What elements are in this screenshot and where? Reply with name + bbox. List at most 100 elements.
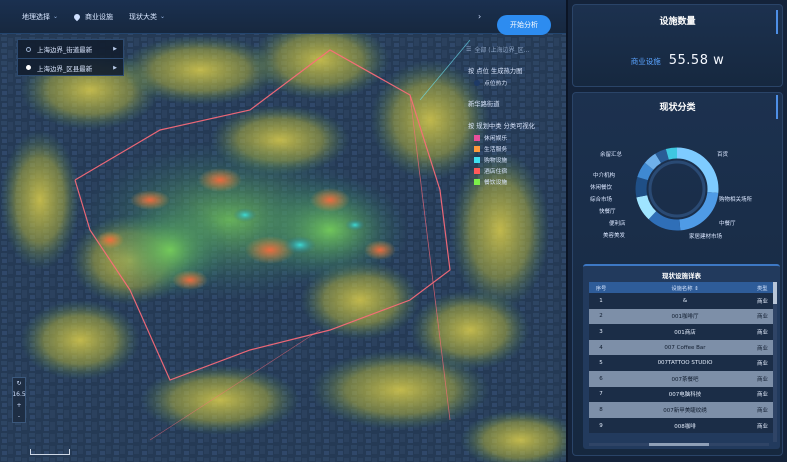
table-header-row: 序号 设施名称 ⇕ 类型 bbox=[589, 282, 773, 293]
layer-filter-text: 全部 (上海边界_区... bbox=[474, 47, 530, 54]
table-row[interactable]: 3 001商店 商业 bbox=[589, 324, 773, 340]
layer-filter[interactable]: ☰ 全部 (上海边界_区... bbox=[466, 45, 529, 54]
classification-title: 现状分类 bbox=[659, 103, 696, 113]
facility-detail-table-card: 现状设施详表 序号 设施名称 ⇕ 类型 1 & 商业 2 001咖啡厅 商业 3 001商… bbox=[583, 264, 780, 449]
donut-label: 中餐厅 bbox=[719, 221, 736, 227]
zoom-control: ↻ 16.5 + - bbox=[12, 377, 26, 423]
table-row[interactable]: 2 001咖啡厅 商业 bbox=[589, 308, 773, 325]
stats-panel: 设施数量 商业设施 55.58 w 现状分类 余留汇总 中介机构 休闲餐饮 综合… bbox=[568, 0, 787, 462]
legend-item[interactable]: 休闲娱乐 bbox=[474, 133, 558, 142]
classification-donut: 余留汇总 中介机构 休闲餐饮 综合市场 快餐厅 便利店 美容美发 百货 购物相关… bbox=[573, 121, 784, 253]
poi-type-label: 商业设施 bbox=[85, 12, 114, 21]
street-legend-title: 新华路街道 bbox=[468, 101, 500, 108]
reset-rotation-icon[interactable]: ↻ bbox=[13, 378, 25, 389]
cell-index: 4 bbox=[589, 339, 613, 356]
color-swatch bbox=[474, 156, 480, 163]
color-swatch bbox=[474, 167, 480, 174]
color-swatch bbox=[474, 145, 480, 152]
triangle-right-icon: ▶ bbox=[113, 64, 117, 71]
table-row[interactable]: 9 008咖啡 商业 bbox=[589, 417, 773, 434]
table-row[interactable]: 5 007TATTOO STUDIO 商业 bbox=[589, 355, 773, 371]
donut-label: 美容美发 bbox=[603, 233, 626, 239]
location-pin-icon bbox=[72, 12, 82, 21]
cell-name: & bbox=[613, 293, 757, 309]
donut-label: 快餐厅 bbox=[599, 209, 616, 215]
cell-name: 001咖啡厅 bbox=[613, 308, 757, 325]
classification-card: 现状分类 余留汇总 中介机构 休闲餐饮 综合市场 快餐厅 便利店 美容美发 百货… bbox=[572, 92, 783, 456]
facility-count-value: 55.58 w bbox=[668, 53, 725, 68]
facility-count-title: 设施数量 bbox=[659, 17, 696, 27]
table-row[interactable]: 7 007电脑科技 商业 bbox=[589, 386, 773, 403]
cell-index: 5 bbox=[589, 355, 613, 371]
donut-label: 家居建材市场 bbox=[689, 234, 723, 240]
region-select[interactable]: 地理选择 ⌄ bbox=[22, 12, 58, 22]
heatmap-map[interactable]: 地理选择 ⌄ 商业设施 现状大类 ⌄ › 开始分析 上海边界_街道最新 ▶ 上海… bbox=[0, 0, 566, 462]
facility-count-label: 商业设施 bbox=[630, 57, 661, 66]
cell-type: 商业 bbox=[757, 339, 773, 356]
color-swatch bbox=[474, 178, 480, 185]
cell-type: 商业 bbox=[757, 417, 773, 434]
donut-label: 综合市场 bbox=[590, 197, 613, 203]
dropdown-item-label: 上海边界_区县最新 bbox=[37, 64, 93, 73]
cell-type: 商业 bbox=[757, 370, 773, 387]
cell-name: 007TATTOO STUDIO bbox=[613, 355, 757, 371]
cell-name: 007新甲美睫纹绣 bbox=[613, 402, 757, 418]
start-analysis-button[interactable]: 开始分析 bbox=[497, 15, 551, 35]
column-header-name[interactable]: 设施名称 ⇕ bbox=[613, 282, 757, 293]
legend-item-label: 酒店住宿 bbox=[484, 169, 508, 175]
table-vertical-scrollbar[interactable] bbox=[773, 282, 777, 442]
dropdown-item-label: 上海边界_街道最新 bbox=[37, 46, 93, 54]
column-header-index[interactable]: 序号 bbox=[589, 282, 613, 293]
region-select-label: 地理选择 bbox=[22, 12, 50, 21]
legend-item-label: 购物设施 bbox=[484, 158, 508, 164]
cell-type: 商业 bbox=[757, 308, 773, 325]
table-row[interactable]: 6 007茶餐吧 商业 bbox=[589, 370, 773, 387]
category-label: 现状大类 bbox=[129, 12, 158, 21]
color-swatch bbox=[474, 134, 480, 141]
legend-item-label: 点位热力 bbox=[484, 81, 508, 87]
scale-bar bbox=[30, 449, 70, 455]
table-row[interactable]: 8 007新甲美睫纹绣 商业 bbox=[589, 402, 773, 418]
cell-index: 2 bbox=[589, 308, 613, 325]
cell-name: 001商店 bbox=[613, 324, 757, 340]
legend-item-label: 休闲娱乐 bbox=[484, 136, 508, 142]
legend-item[interactable]: 酒店住宿 bbox=[474, 166, 558, 175]
table-row[interactable]: 1 & 商业 bbox=[589, 293, 773, 309]
sort-icon: ⇕ bbox=[694, 285, 699, 292]
legend-item[interactable]: 购物设施 bbox=[474, 155, 558, 164]
zoom-level: 16.5 bbox=[12, 391, 26, 398]
cell-name: 007电脑科技 bbox=[613, 386, 757, 403]
facility-table: 序号 设施名称 ⇕ 类型 1 & 商业 2 001咖啡厅 商业 3 001商店 商业 4 00… bbox=[589, 282, 773, 434]
column-header-type[interactable]: 类型 bbox=[757, 282, 773, 293]
legend-item[interactable]: 生活服务 bbox=[474, 144, 558, 153]
list-icon: ☰ bbox=[466, 46, 472, 53]
poi-type-select[interactable]: 商业设施 bbox=[72, 12, 114, 22]
class-legend-title: 按 规划中类 分类可视化 bbox=[468, 123, 535, 130]
cell-index: 1 bbox=[589, 293, 613, 309]
legend-item[interactable]: 餐饮设施 bbox=[474, 177, 558, 186]
zoom-out-button[interactable]: - bbox=[13, 411, 25, 422]
dropdown-item-street[interactable]: 上海边界_街道最新 ▶ bbox=[18, 40, 123, 58]
legend-item-label: 餐饮设施 bbox=[484, 180, 508, 186]
zoom-in-button[interactable]: + bbox=[13, 400, 25, 411]
cell-index: 7 bbox=[589, 386, 613, 403]
cell-name: 007 Coffee Bar bbox=[613, 339, 757, 356]
legend-item-label: 生活服务 bbox=[484, 147, 508, 153]
chevron-right-icon[interactable]: › bbox=[478, 12, 481, 21]
legend-item-heat[interactable]: 点位热力 bbox=[474, 78, 558, 87]
triangle-right-icon: ▶ bbox=[113, 46, 117, 52]
donut-label: 余留汇总 bbox=[600, 152, 623, 158]
radio-icon bbox=[26, 46, 31, 52]
cell-name: 008咖啡 bbox=[613, 417, 757, 434]
dropdown-item-district[interactable]: 上海边界_区县最新 ▶ bbox=[18, 58, 123, 76]
table-row[interactable]: 4 007 Coffee Bar 商业 bbox=[589, 339, 773, 356]
chevron-down-icon: ⌄ bbox=[53, 13, 59, 20]
cell-type: 商业 bbox=[757, 293, 773, 309]
cell-type: 商业 bbox=[757, 324, 773, 340]
facility-table-title: 现状设施详表 bbox=[662, 272, 701, 280]
facility-count-card: 设施数量 商业设施 55.58 w bbox=[572, 4, 783, 87]
radio-selected-icon bbox=[26, 65, 31, 70]
cell-type: 商业 bbox=[757, 386, 773, 403]
category-select[interactable]: 现状大类 ⌄ bbox=[129, 12, 165, 22]
table-horizontal-scrollbar[interactable] bbox=[589, 443, 769, 446]
